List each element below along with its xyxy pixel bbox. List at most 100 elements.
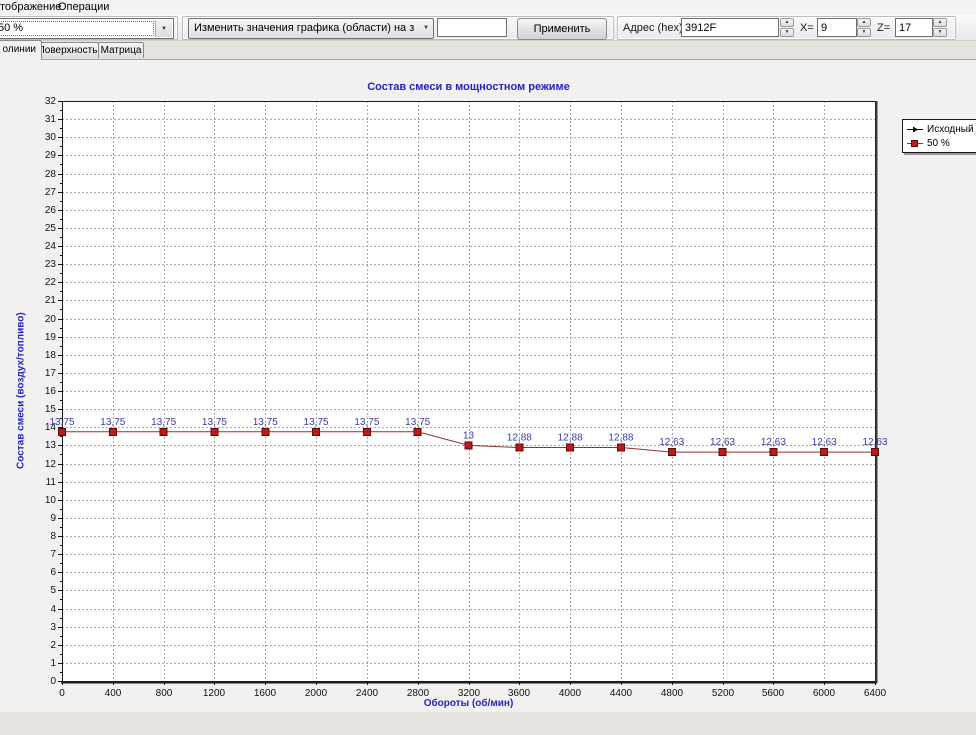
svg-text:21: 21 <box>45 295 57 306</box>
menu-item-operations[interactable]: Операции <box>58 1 109 13</box>
data-point-marker[interactable] <box>363 428 370 435</box>
svg-text:12,63: 12,63 <box>761 437 786 448</box>
svg-text:29: 29 <box>45 150 57 161</box>
svg-text:18: 18 <box>45 350 57 361</box>
svg-text:12,63: 12,63 <box>710 437 735 448</box>
data-point-marker[interactable] <box>160 428 167 435</box>
address-label: Адрес (hex) <box>623 22 683 34</box>
data-point-marker[interactable] <box>414 428 421 435</box>
square-marker-icon <box>906 139 924 148</box>
svg-text:12,88: 12,88 <box>608 433 633 444</box>
data-point-marker[interactable] <box>567 444 574 451</box>
svg-text:1: 1 <box>50 658 56 669</box>
svg-text:16: 16 <box>45 386 57 397</box>
svg-text:32: 32 <box>45 96 57 107</box>
tab-surface[interactable]: Поверхность <box>36 42 99 58</box>
spin-up-icon[interactable]: ▲ <box>780 18 794 27</box>
spin-up-icon[interactable]: ▲ <box>933 18 947 27</box>
svg-text:8: 8 <box>50 531 56 542</box>
address-input[interactable] <box>681 18 779 37</box>
plot-svg: 0123456789101112131415161718192021222324… <box>0 60 976 713</box>
svg-text:22: 22 <box>45 277 57 288</box>
spin-down-icon[interactable]: ▼ <box>780 28 794 37</box>
chart-legend: Исходный 50 % <box>902 119 976 153</box>
svg-text:17: 17 <box>45 368 57 379</box>
svg-text:11: 11 <box>46 477 57 488</box>
action-select-value: Изменить значения графика (области) на з… <box>194 22 415 34</box>
value-input[interactable] <box>437 18 507 37</box>
svg-text:20: 20 <box>45 314 57 325</box>
svg-text:23: 23 <box>45 259 57 270</box>
svg-text:7: 7 <box>50 549 56 560</box>
x-axis-label: Обороты (об/мин) <box>62 698 875 709</box>
arrow-line-icon <box>906 125 924 134</box>
svg-text:13,75: 13,75 <box>304 417 329 428</box>
legend-entry-0: Исходный <box>906 122 976 136</box>
data-point-marker[interactable] <box>313 428 320 435</box>
svg-text:27: 27 <box>45 187 57 198</box>
svg-text:24: 24 <box>45 241 57 252</box>
apply-button[interactable]: Применить <box>517 18 607 40</box>
spin-down-icon[interactable]: ▼ <box>857 28 871 37</box>
tab-matrix[interactable]: Матрица <box>98 42 144 58</box>
action-select[interactable]: Изменить значения графика (области) на з… <box>188 18 434 39</box>
data-point-marker[interactable] <box>262 428 269 435</box>
x-spinner: ▲ ▼ <box>856 18 871 37</box>
svg-text:25: 25 <box>45 223 57 234</box>
svg-text:31: 31 <box>45 114 57 125</box>
data-point-marker[interactable] <box>872 449 879 456</box>
svg-text:12,63: 12,63 <box>659 437 684 448</box>
map-select-value: 50 % <box>0 22 153 34</box>
legend-label: 50 % <box>927 138 950 149</box>
data-point-marker[interactable] <box>821 449 828 456</box>
data-point-marker[interactable] <box>719 449 726 456</box>
toolbar: 50 % ▼ Изменить значения графика (област… <box>0 15 976 41</box>
z-input[interactable] <box>895 18 933 37</box>
legend-entry-1: 50 % <box>906 136 976 150</box>
x-input[interactable] <box>817 18 857 37</box>
svg-text:12,63: 12,63 <box>812 437 837 448</box>
svg-text:12,88: 12,88 <box>507 433 532 444</box>
chart-panel: 0123456789101112131415161718192021222324… <box>0 59 976 712</box>
chevron-down-icon[interactable]: ▼ <box>155 20 172 37</box>
address-spinner: ▲ ▼ <box>779 18 794 37</box>
svg-text:19: 19 <box>45 332 57 343</box>
svg-text:5: 5 <box>50 585 56 596</box>
svg-text:6: 6 <box>50 567 56 578</box>
data-point-marker[interactable] <box>465 442 472 449</box>
svg-text:13,75: 13,75 <box>405 417 430 428</box>
z-label: Z= <box>877 22 890 34</box>
data-point-marker[interactable] <box>59 428 66 435</box>
x-label: X= <box>800 22 814 34</box>
z-spinner: ▲ ▼ <box>932 18 947 37</box>
svg-text:13,75: 13,75 <box>151 417 176 428</box>
svg-text:9: 9 <box>50 513 56 524</box>
map-select[interactable]: 50 % ▼ <box>0 18 174 39</box>
y-axis-label: Состав смеси (воздух/топливо) <box>14 241 28 541</box>
tab-isolines[interactable]: олинии <box>0 40 42 60</box>
svg-text:15: 15 <box>45 404 57 415</box>
data-point-marker[interactable] <box>109 428 116 435</box>
spin-up-icon[interactable]: ▲ <box>857 18 871 27</box>
spin-down-icon[interactable]: ▼ <box>933 28 947 37</box>
svg-text:30: 30 <box>45 132 57 143</box>
svg-text:13: 13 <box>463 430 475 441</box>
data-point-marker[interactable] <box>668 449 675 456</box>
data-point-marker[interactable] <box>617 444 624 451</box>
legend-label: Исходный <box>927 124 974 135</box>
svg-text:12: 12 <box>45 459 57 470</box>
chart-title: Состав смеси в мощностном режиме <box>62 81 875 93</box>
svg-text:10: 10 <box>45 495 57 506</box>
tab-strip: олинии Поверхность Матрица <box>0 40 976 59</box>
data-point-marker[interactable] <box>211 428 218 435</box>
svg-text:12,88: 12,88 <box>558 433 583 444</box>
svg-text:13: 13 <box>45 440 57 451</box>
svg-text:0: 0 <box>50 676 56 687</box>
svg-text:13,75: 13,75 <box>354 417 379 428</box>
data-point-marker[interactable] <box>516 444 523 451</box>
svg-text:12,63: 12,63 <box>862 437 887 448</box>
menu-item-display[interactable]: тображение <box>0 1 61 13</box>
svg-text:13,75: 13,75 <box>49 417 74 428</box>
svg-text:2: 2 <box>50 640 56 651</box>
data-point-marker[interactable] <box>770 449 777 456</box>
